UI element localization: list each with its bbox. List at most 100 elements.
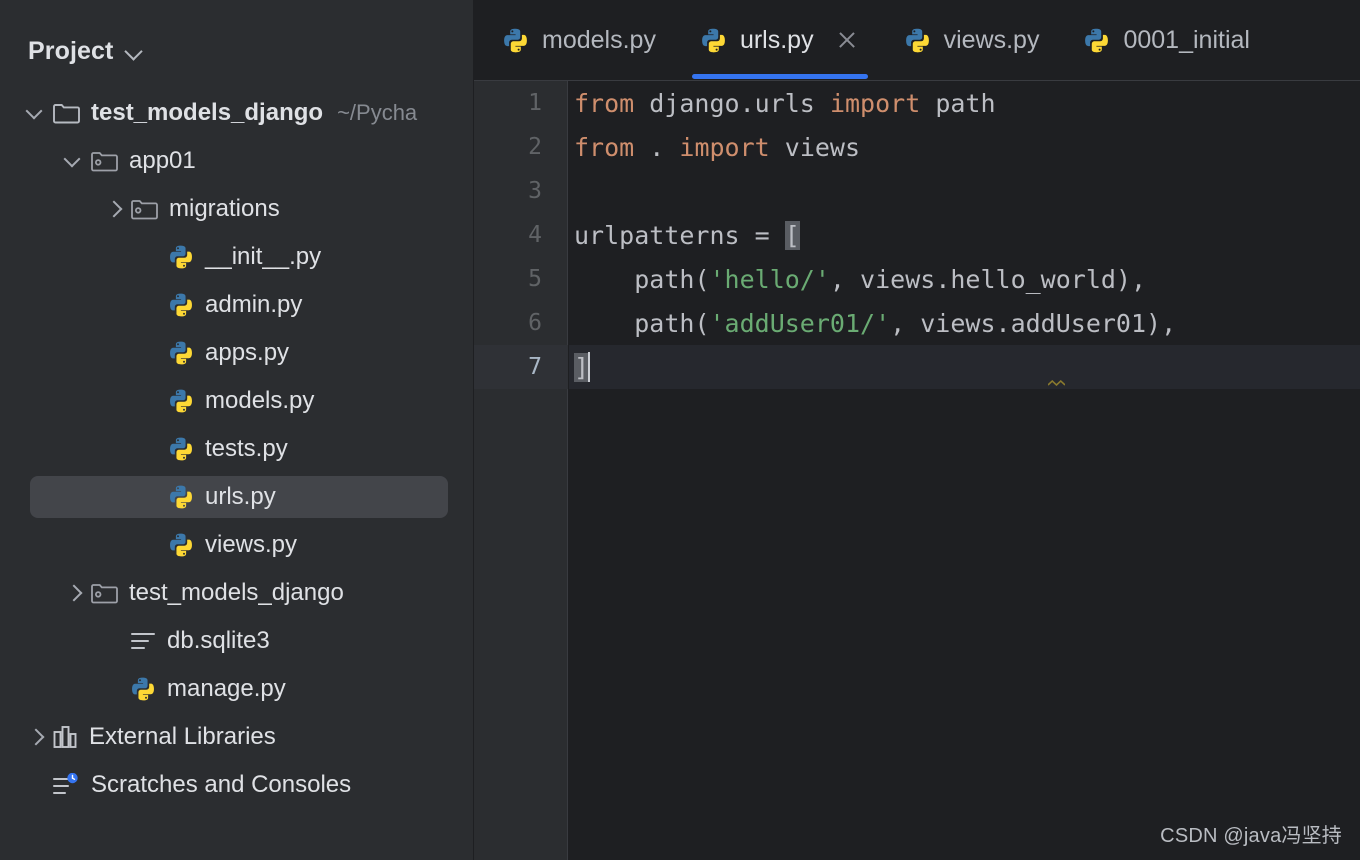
editor-tab-0001-initial[interactable]: 0001_initial <box>1061 0 1272 81</box>
tree-item-label: test_models_django <box>91 99 324 126</box>
chevron-right-icon[interactable] <box>22 722 52 752</box>
tree-item-urls-py[interactable]: urls.py <box>0 473 473 521</box>
watermark-text: CSDN @java冯坚持 <box>1160 825 1342 847</box>
module-folder-icon <box>130 198 158 221</box>
tree-item-tests-py[interactable]: tests.py <box>0 425 473 473</box>
tree-item-label: models.py <box>205 387 315 414</box>
code-line[interactable]: 3 <box>474 169 1360 213</box>
tree-item-label: urls.py <box>205 483 276 510</box>
python-file-icon <box>168 340 194 366</box>
page-title: Project <box>28 36 114 65</box>
python-file-icon <box>168 244 194 270</box>
tree-item-label: test_models_django <box>129 579 344 606</box>
code-line[interactable]: 2 from . import views <box>474 125 1360 169</box>
pycharm-window: Project test_models_django ~/Pycha app01 mi… <box>0 0 1360 860</box>
code-line[interactable]: 5 path('hello/', views.hello_world), <box>474 257 1360 301</box>
tree-item-path: ~/Pycha <box>337 100 418 125</box>
python-file-icon <box>168 484 194 510</box>
scratches-icon <box>52 772 80 797</box>
active-tab-indicator <box>691 73 868 79</box>
tree-item--init-py[interactable]: __init__.py <box>0 233 473 281</box>
code-line[interactable]: 4 urlpatterns = [ <box>474 213 1360 257</box>
line-number: 4 <box>528 222 542 248</box>
editor-tab-models-py[interactable]: models.py <box>474 0 678 81</box>
tree-item-scratches-and-consoles[interactable]: Scratches and Consoles <box>0 761 473 809</box>
tree-item-label: __init__.py <box>205 243 322 270</box>
active-line-highlight <box>569 345 1360 389</box>
chevron-down-icon[interactable] <box>60 146 90 176</box>
code-text: ] <box>574 352 591 382</box>
python-file-icon <box>168 436 194 462</box>
tab-label: 0001_initial <box>1123 25 1250 54</box>
chevron-down-icon[interactable] <box>22 98 52 128</box>
chevron-right-icon[interactable] <box>60 578 90 608</box>
library-icon <box>52 725 78 749</box>
tab-label: models.py <box>542 25 656 54</box>
tree-item-manage-py[interactable]: manage.py <box>0 665 473 713</box>
chevron-right-icon[interactable] <box>100 194 130 224</box>
tree-item-external-libraries[interactable]: External Libraries <box>0 713 473 761</box>
code-text: path('addUser01/', views.addUser01), <box>634 308 1177 338</box>
editor-pane: models.py urls.py views.py 0001_initial 1 fr… <box>474 0 1360 860</box>
tree-item-admin-py[interactable]: admin.py <box>0 281 473 329</box>
code-line[interactable]: 6 path('addUser01/', views.addUser01), <box>474 301 1360 345</box>
code-line[interactable]: 7] <box>474 345 1360 389</box>
python-file-icon <box>168 532 194 558</box>
python-file-icon <box>700 27 727 54</box>
tree-item-models-py[interactable]: models.py <box>0 377 473 425</box>
tab-label: urls.py <box>739 25 814 54</box>
tree-item-views-py[interactable]: views.py <box>0 521 473 569</box>
line-number: 1 <box>528 90 542 116</box>
line-number: 3 <box>528 178 542 204</box>
tree-item-label: manage.py <box>167 675 286 702</box>
editor-tab-bar: models.py urls.py views.py 0001_initial <box>474 0 1360 81</box>
tab-label: views.py <box>943 25 1040 54</box>
module-folder-icon <box>90 582 118 605</box>
line-number: 2 <box>528 134 542 160</box>
folder-icon <box>52 102 80 125</box>
project-tool-window-header[interactable]: Project <box>0 0 473 75</box>
code-text: urlpatterns = [ <box>574 220 800 250</box>
text-file-icon <box>130 630 156 652</box>
line-number: 6 <box>528 310 542 336</box>
python-file-icon <box>502 27 529 54</box>
tree-item-label: migrations <box>169 195 280 222</box>
tree-item-label: app01 <box>129 147 196 174</box>
code-line[interactable]: 1 from django.urls import path <box>474 81 1360 125</box>
tree-item-label: db.sqlite3 <box>167 627 270 654</box>
tree-item-db-sqlite3[interactable]: db.sqlite3 <box>0 617 473 665</box>
code-editor[interactable]: 1 from django.urls import path 2 from . imp… <box>474 81 1360 860</box>
tree-item-migrations[interactable]: migrations <box>0 185 473 233</box>
python-file-icon <box>904 27 931 54</box>
line-number: 7 <box>528 354 542 380</box>
tree-item-label: views.py <box>205 531 298 558</box>
python-file-icon <box>168 292 194 318</box>
editor-tab-urls-py[interactable]: urls.py <box>678 0 882 81</box>
tree-item-label: External Libraries <box>89 723 276 750</box>
tree-item-label: apps.py <box>205 339 290 366</box>
project-file-tree: test_models_django ~/Pycha app01 migrations… <box>0 75 473 809</box>
error-squiggle-icon <box>1048 380 1065 386</box>
tree-item-test-models-django[interactable]: test_models_django ~/Pycha <box>0 89 473 137</box>
chevron-down-icon[interactable] <box>125 42 143 60</box>
code-text: from . import views <box>574 132 861 162</box>
tree-item-label: tests.py <box>205 435 288 462</box>
tree-item-label: admin.py <box>205 291 303 318</box>
tree-item-test-models-django[interactable]: test_models_django <box>0 569 473 617</box>
editor-tab-views-py[interactable]: views.py <box>882 0 1062 81</box>
text-caret <box>588 352 591 382</box>
tree-item-apps-py[interactable]: apps.py <box>0 329 473 377</box>
close-icon[interactable] <box>834 27 860 53</box>
python-file-icon <box>1083 27 1110 54</box>
tree-item-app01[interactable]: app01 <box>0 137 473 185</box>
line-number: 5 <box>528 266 542 292</box>
python-file-icon <box>168 388 194 414</box>
